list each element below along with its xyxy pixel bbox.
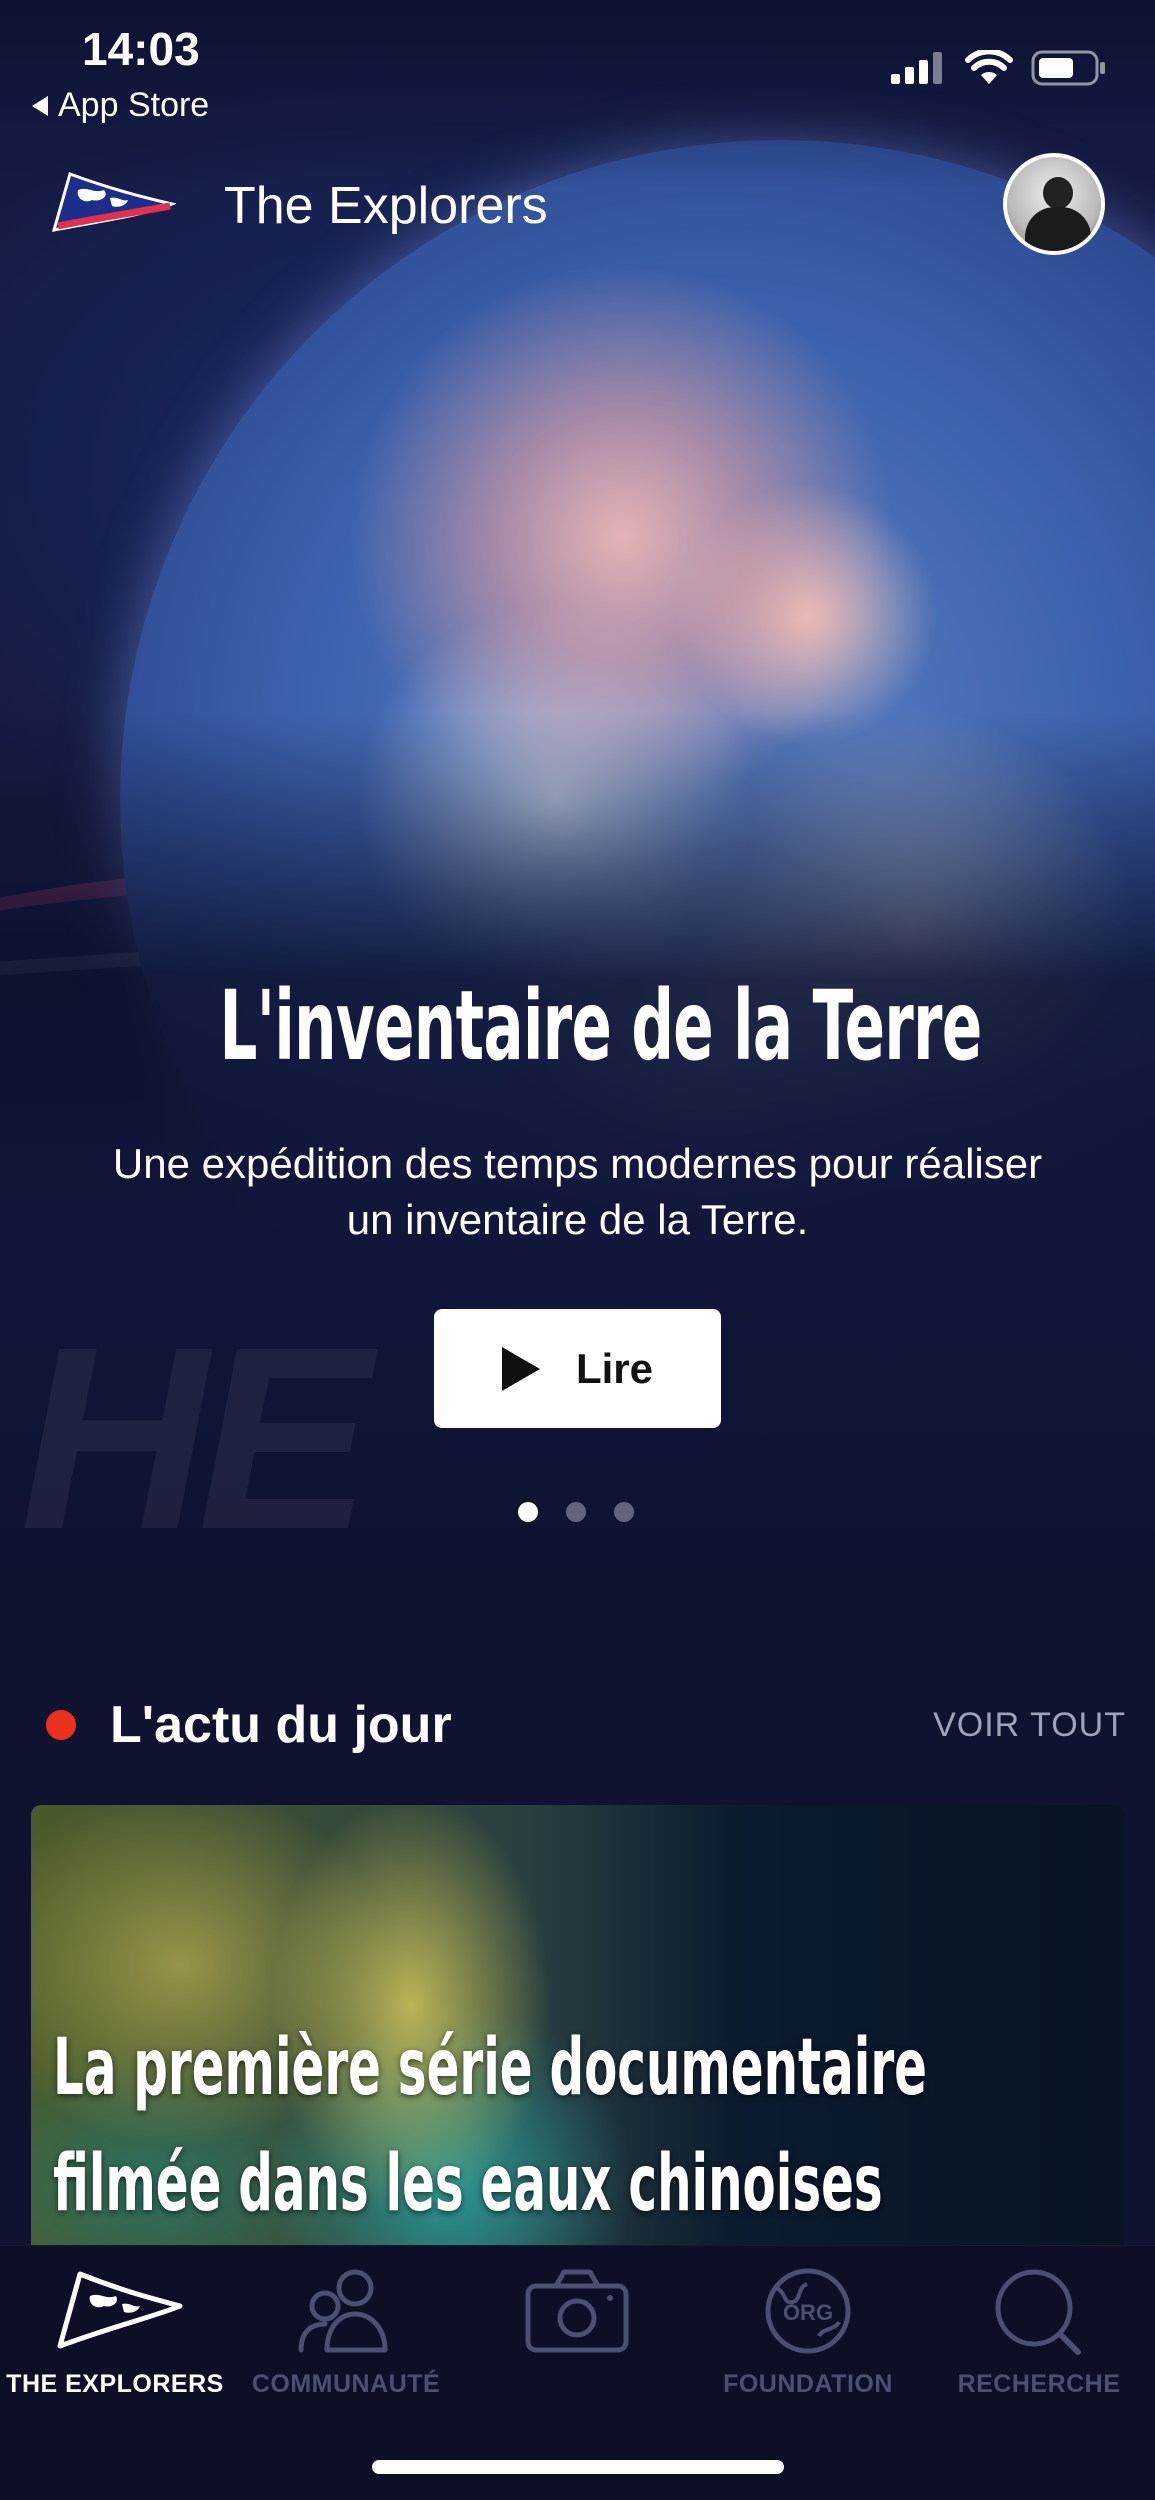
play-button-label: Lire	[575, 1344, 654, 1392]
live-indicator-icon	[46, 1710, 76, 1740]
back-label: App Store	[58, 86, 210, 124]
search-icon	[995, 2269, 1081, 2355]
tab-label: THE EXPLORERS	[6, 2370, 224, 2398]
play-button[interactable]: Lire	[434, 1309, 721, 1428]
tab-label: RECHERCHE	[957, 2370, 1121, 2398]
wifi-icon	[965, 50, 1013, 84]
hero-subtitle: Une expédition des temps modernes pour r…	[112, 1140, 1043, 1243]
explorers-flag-icon	[57, 2271, 183, 2349]
tab-foundation[interactable]: ORG FOUNDATION	[693, 2266, 923, 2399]
app-title: The Explorers	[224, 177, 548, 235]
tab-label: COMMUNAUTÉ	[251, 2370, 441, 2398]
see-all-link[interactable]: VOIR TOUT	[933, 1706, 1126, 1745]
status-icons	[891, 50, 1107, 86]
tab-the-explorers[interactable]: THE EXPLORERS	[0, 2266, 230, 2399]
user-avatar[interactable]	[1003, 153, 1105, 255]
background-watermark: HE	[20, 1294, 371, 1580]
back-arrow-icon	[32, 95, 48, 116]
home-indicator	[372, 2460, 784, 2474]
back-to-app-store[interactable]: App Store	[32, 86, 209, 125]
camera-icon	[525, 2269, 629, 2353]
carousel-dot-2[interactable]	[566, 1502, 586, 1522]
news-section-header: L'actu du jour VOIR TOUT	[46, 1695, 1126, 1755]
cellular-signal-icon	[891, 52, 942, 84]
carousel-dot-1[interactable]	[518, 1502, 538, 1522]
status-time: 14:03	[82, 23, 200, 75]
tab-communaute[interactable]: COMMUNAUTÉ	[231, 2266, 461, 2399]
tab-camera[interactable]	[462, 2266, 692, 2370]
explorers-flag-logo-icon[interactable]	[48, 168, 176, 238]
community-icon	[298, 2269, 388, 2353]
tab-label: FOUNDATION	[723, 2370, 893, 2398]
foundation-globe-icon: ORG	[765, 2268, 851, 2354]
battery-icon	[1031, 50, 1105, 86]
news-card[interactable]: La première série documentaire filmée da…	[31, 1805, 1124, 2245]
news-card-title: La première série documentaire filmée da…	[53, 2023, 927, 2229]
section-title: L'actu du jour	[110, 1696, 452, 1754]
carousel-pagination[interactable]	[518, 1502, 634, 1522]
tab-recherche[interactable]: RECHERCHE	[924, 2266, 1154, 2399]
play-icon	[501, 1346, 540, 1391]
carousel-dot-3[interactable]	[614, 1502, 634, 1522]
hero-title: L'inventaire de la Terre	[219, 970, 982, 1082]
svg-text:ORG: ORG	[783, 2300, 833, 2325]
